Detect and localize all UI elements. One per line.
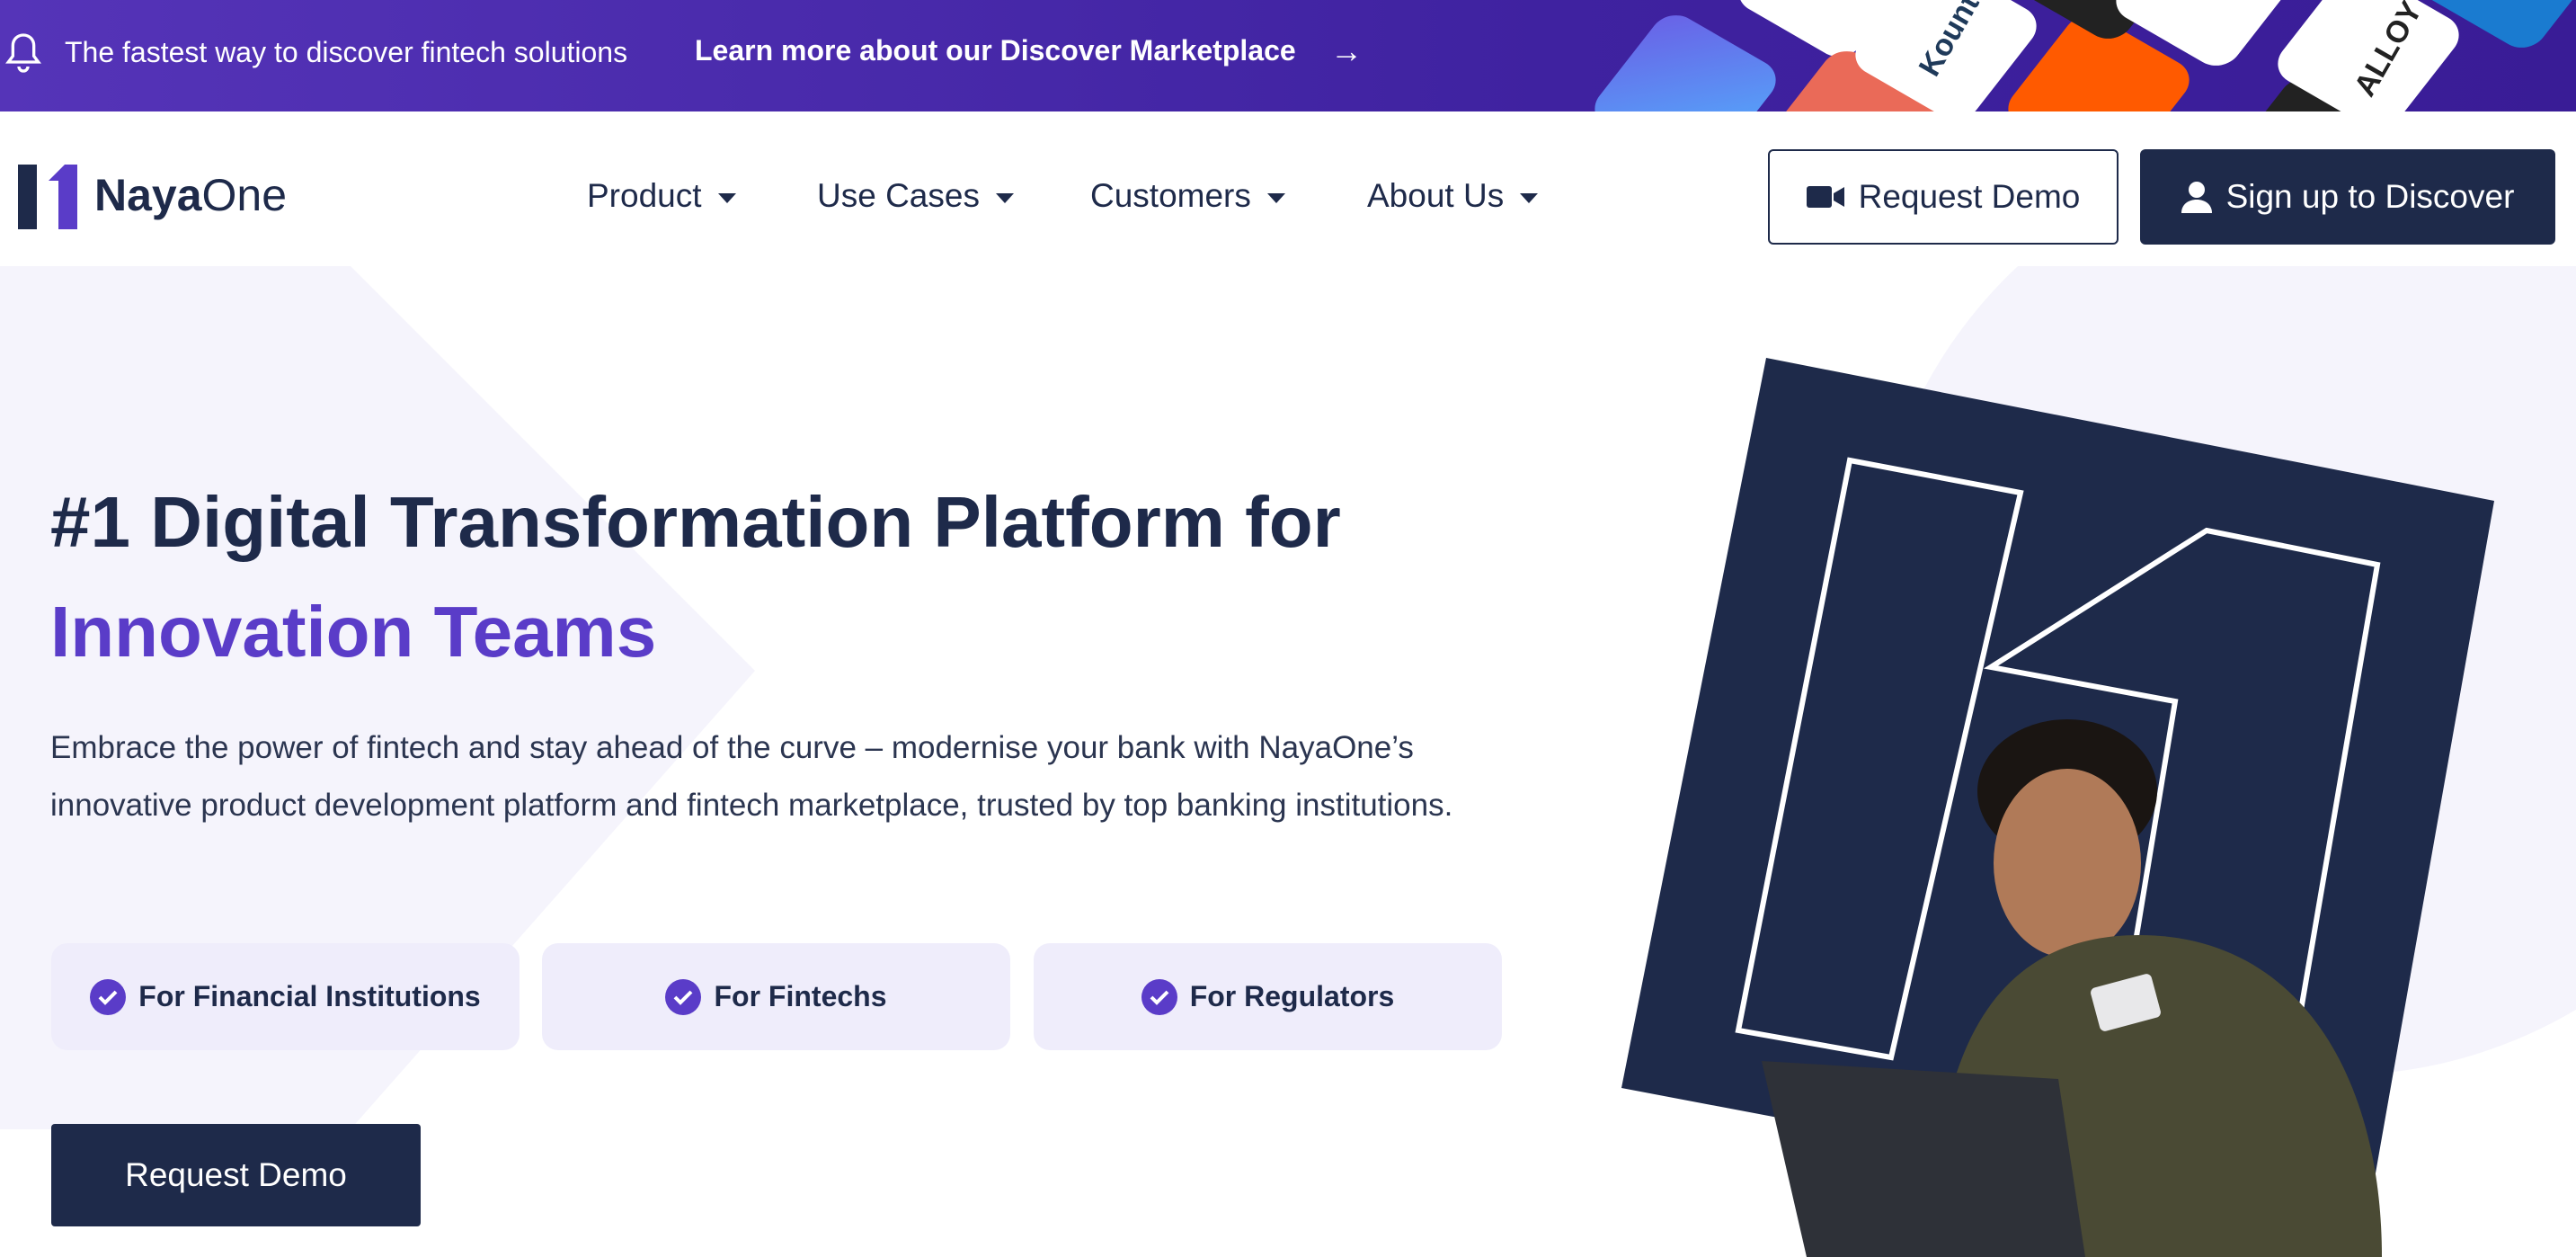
- pill-label: For Regulators: [1189, 980, 1395, 1012]
- banner-message: The fastest way to discover fintech solu…: [65, 36, 628, 68]
- hero-description: Embrace the power of fintech and stay ah…: [50, 730, 1453, 823]
- nav-product[interactable]: Product: [587, 177, 736, 215]
- pill-fintechs[interactable]: For Fintechs: [542, 943, 1010, 1050]
- brand-bold: Naya: [94, 170, 202, 220]
- pill-regulators[interactable]: For Regulators: [1034, 943, 1502, 1050]
- user-icon: [2181, 182, 2212, 213]
- nayaone-logo-icon: [18, 165, 77, 229]
- request-demo-label: Request Demo: [1858, 178, 2081, 215]
- arrow-right-icon[interactable]: →: [1330, 32, 1363, 70]
- title-line-1: #1 Digital Transformation Platform for: [50, 482, 1341, 562]
- caret-down-icon: [1520, 192, 1539, 203]
- check-circle-icon: [665, 978, 702, 1015]
- sign-up-button[interactable]: Sign up to Discover: [2140, 149, 2555, 245]
- caret-down-icon: [717, 192, 736, 203]
- request-demo-button[interactable]: Request Demo: [1768, 149, 2119, 245]
- discover-marketplace-link[interactable]: Learn more about our Discover Marketplac…: [695, 34, 1296, 67]
- brand-name[interactable]: NayaOne: [94, 169, 287, 221]
- hero-image: [1621, 358, 2494, 1257]
- nav-customers[interactable]: Customers: [1090, 177, 1285, 215]
- pill-label: For Fintechs: [714, 980, 887, 1012]
- caret-down-icon: [1266, 192, 1285, 203]
- nav-label: About Us: [1367, 177, 1505, 214]
- nav-label: Customers: [1090, 177, 1251, 214]
- caret-down-icon: [995, 192, 1014, 203]
- sign-up-label: Sign up to Discover: [2225, 178, 2515, 215]
- pill-label: For Financial Institutions: [138, 980, 481, 1012]
- announcement-banner: The fastest way to discover fintech solu…: [0, 0, 2576, 111]
- nav-about-us[interactable]: About Us: [1367, 177, 1539, 215]
- title-line-2: Innovation Teams: [50, 592, 657, 672]
- bell-icon: [5, 33, 41, 73]
- brand-regular: One: [201, 170, 288, 220]
- hero-title: #1 Digital Transformation Platform for In…: [50, 468, 1578, 687]
- check-circle-icon: [90, 978, 127, 1015]
- hero-request-demo-button[interactable]: Request Demo: [51, 1124, 421, 1226]
- pill-financial-institutions[interactable]: For Financial Institutions: [51, 943, 520, 1050]
- nav-label: Product: [587, 177, 702, 214]
- nav-label: Use Cases: [817, 177, 980, 214]
- nav-use-cases[interactable]: Use Cases: [817, 177, 1014, 215]
- check-circle-icon: [1141, 978, 1177, 1015]
- video-camera-icon: [1806, 186, 1844, 208]
